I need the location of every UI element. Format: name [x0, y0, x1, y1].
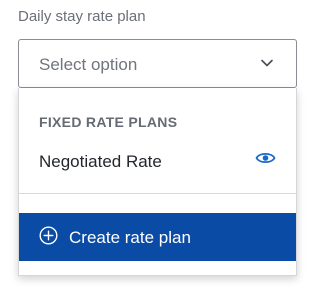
create-rate-plan-button[interactable]: Create rate plan [19, 213, 296, 261]
rate-plan-select[interactable]: Select option [18, 39, 297, 88]
eye-icon[interactable] [255, 150, 276, 166]
field-label: Daily stay rate plan [18, 8, 146, 25]
chevron-down-icon[interactable] [260, 56, 274, 70]
option-label: Negotiated Rate [39, 152, 162, 171]
plus-circle-icon [39, 226, 58, 245]
option-negotiated-rate[interactable]: Negotiated Rate [19, 140, 296, 184]
dropdown-menu: FIXED RATE PLANS Negotiated Rate Create … [18, 88, 297, 276]
group-header: FIXED RATE PLANS [39, 114, 178, 130]
create-button-label: Create rate plan [69, 228, 191, 247]
select-placeholder: Select option [39, 55, 138, 74]
divider [19, 193, 296, 194]
